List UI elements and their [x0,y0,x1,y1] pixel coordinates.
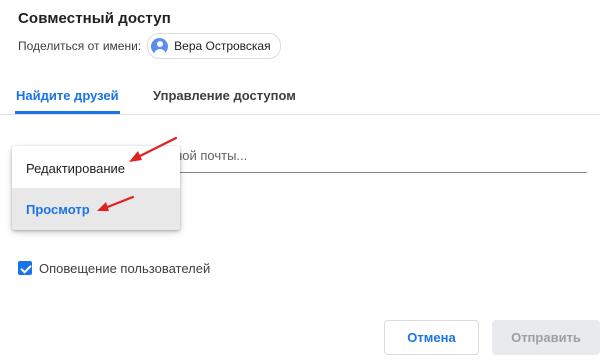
permission-dropdown-menu: Редактирование Просмотр [12,146,180,230]
cancel-button[interactable]: Отмена [384,320,479,355]
tab-bar: Найдите друзей Управление доступом [0,84,600,115]
menu-item-view[interactable]: Просмотр [12,188,180,230]
share-as-label: Поделиться от имени: [18,39,142,53]
notify-checkbox[interactable] [18,261,32,275]
avatar-icon [151,37,169,55]
tab-find-friends[interactable]: Найдите друзей [15,88,120,114]
share-dialog: Совместный доступ Поделиться от имени: В… [0,0,600,360]
account-chip[interactable]: Вера Островская [147,33,281,59]
share-as-row: Поделиться от имени: Вера Островская [18,33,281,59]
menu-item-edit[interactable]: Редактирование [12,148,180,188]
account-name: Вера Островская [174,39,271,53]
check-icon [19,261,32,274]
notify-label: Оповещение пользователей [39,260,211,276]
send-button[interactable]: Отправить [492,320,600,355]
notify-row: Оповещение пользователей [18,259,210,277]
dialog-title: Совместный доступ [18,10,171,27]
tab-manage-access[interactable]: Управление доступом [153,88,296,114]
